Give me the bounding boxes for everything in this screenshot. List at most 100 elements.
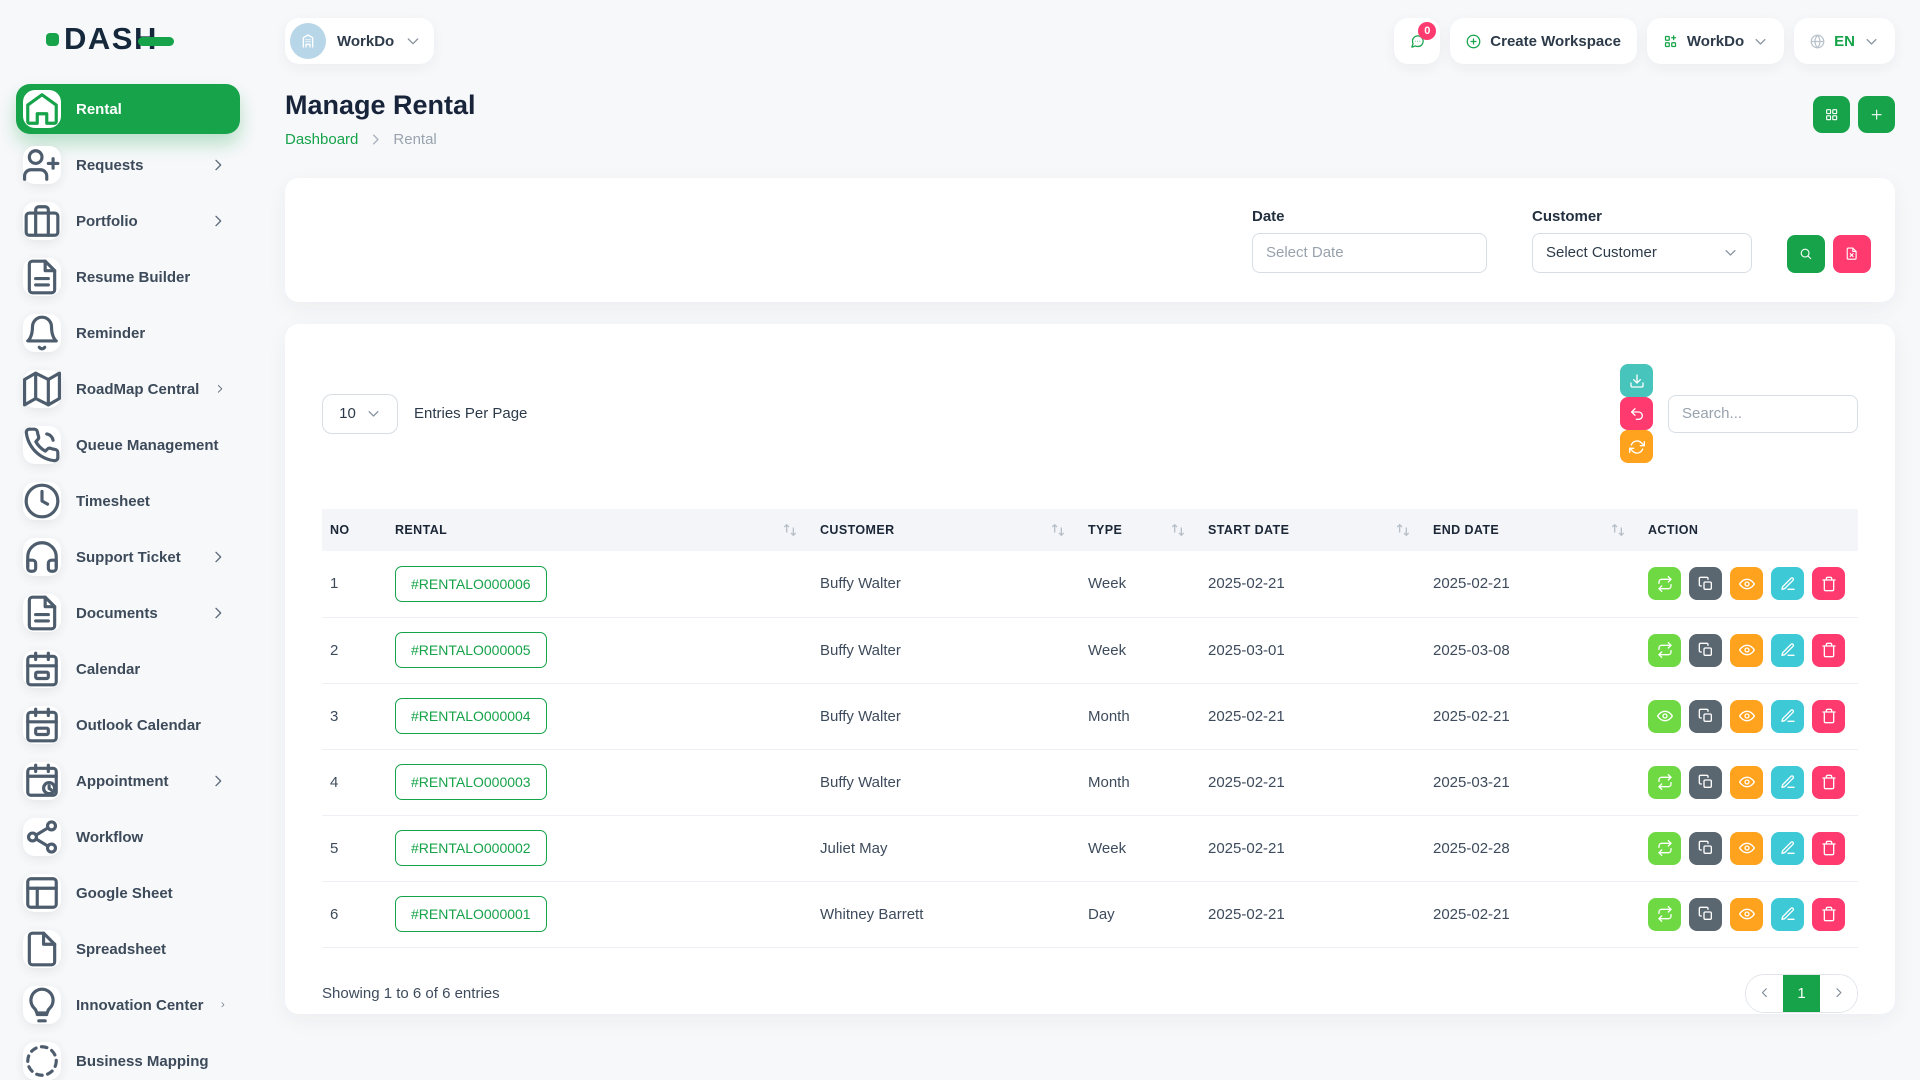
cell-end-date: 2025-02-28 (1425, 815, 1640, 881)
workspace-menu-button[interactable]: WorkDo (1647, 18, 1784, 64)
rental-code-link[interactable]: #RENTALO000001 (395, 896, 547, 932)
duplicate-action-button[interactable] (1689, 898, 1722, 931)
duplicate-action-button[interactable] (1689, 766, 1722, 799)
brand-logo[interactable]: DASH (0, 0, 256, 78)
delete-action-button[interactable] (1812, 567, 1845, 600)
row-actions (1648, 898, 1850, 931)
preview-action-button[interactable] (1648, 700, 1681, 733)
language-selector[interactable]: EN (1794, 18, 1895, 64)
sidebar-item-outlook-calendar[interactable]: Outlook Calendar (16, 700, 240, 750)
apply-filter-button[interactable] (1787, 235, 1825, 273)
edit-action-button[interactable] (1771, 634, 1804, 667)
sort-icon[interactable] (1050, 522, 1066, 538)
entries-per-page-select[interactable]: 10 (322, 394, 398, 434)
sidebar-item-label: Requests (76, 157, 144, 174)
messages-button[interactable]: 0 (1394, 18, 1440, 64)
sidebar-item-support-ticket[interactable]: Support Ticket (16, 532, 240, 582)
sidebar-item-portfolio[interactable]: Portfolio (16, 196, 240, 246)
delete-action-button[interactable] (1812, 700, 1845, 733)
sort-icon[interactable] (782, 522, 798, 538)
sidebar-item-innovation-center[interactable]: Innovation Center (16, 980, 240, 1030)
convert-action-button[interactable] (1648, 898, 1681, 931)
column-header-label[interactable]: ACTION (1648, 523, 1698, 537)
create-workspace-button[interactable]: Create Workspace (1450, 18, 1637, 64)
sort-icon[interactable] (1395, 522, 1411, 538)
layout-grid-button[interactable] (1813, 96, 1850, 133)
breadcrumb-dashboard-link[interactable]: Dashboard (285, 131, 358, 148)
messages-badge: 0 (1418, 22, 1436, 40)
date-filter-input[interactable] (1252, 233, 1487, 273)
column-header-label[interactable]: TYPE (1088, 523, 1122, 537)
view-action-button[interactable] (1730, 766, 1763, 799)
next-page-button[interactable] (1820, 975, 1857, 1012)
view-action-button[interactable] (1730, 634, 1763, 667)
view-action-button[interactable] (1730, 567, 1763, 600)
sidebar-item-roadmap-central[interactable]: RoadMap Central (16, 364, 240, 414)
add-rental-button[interactable] (1858, 96, 1895, 133)
export-button[interactable] (1620, 364, 1653, 397)
previous-page-button[interactable] (1746, 975, 1783, 1012)
rental-code-link[interactable]: #RENTALO000004 (395, 698, 547, 734)
edit-action-button[interactable] (1771, 766, 1804, 799)
rental-code-link[interactable]: #RENTALO000003 (395, 764, 547, 800)
convert-action-button[interactable] (1648, 634, 1681, 667)
reset-filter-button[interactable] (1833, 235, 1871, 273)
sidebar: DASH Rental Requests Portfolio Resume Bu… (0, 0, 256, 1080)
convert-action-button[interactable] (1648, 567, 1681, 600)
undo-button[interactable] (1620, 397, 1653, 430)
undo-icon (1629, 406, 1645, 422)
sidebar-item-calendar[interactable]: Calendar (16, 644, 240, 694)
sidebar-item-reminder[interactable]: Reminder (16, 308, 240, 358)
table-row: 1 #RENTALO000006 Buffy Walter Week 2025-… (322, 551, 1858, 617)
sort-icon[interactable] (1170, 522, 1186, 538)
column-header-rental: RENTAL (387, 509, 812, 551)
sidebar-item-documents[interactable]: Documents (16, 588, 240, 638)
edit-action-button[interactable] (1771, 700, 1804, 733)
sidebar-item-appointment[interactable]: Appointment (16, 756, 240, 806)
page-header: Manage Rental Dashboard Rental (285, 90, 1895, 148)
workspace-chip[interactable]: WorkDo (285, 18, 434, 64)
duplicate-action-button[interactable] (1689, 567, 1722, 600)
globe-icon (1810, 34, 1825, 49)
sidebar-item-business-mapping[interactable]: Business Mapping (16, 1036, 240, 1080)
current-page-button[interactable]: 1 (1783, 975, 1820, 1012)
edit-action-button[interactable] (1771, 832, 1804, 865)
edit-action-button[interactable] (1771, 898, 1804, 931)
table-icon (23, 874, 61, 912)
delete-action-button[interactable] (1812, 634, 1845, 667)
rental-code-link[interactable]: #RENTALO000006 (395, 566, 547, 602)
column-header-label[interactable]: START DATE (1208, 523, 1289, 537)
convert-action-button[interactable] (1648, 766, 1681, 799)
convert-action-button[interactable] (1648, 832, 1681, 865)
sort-icon[interactable] (1610, 522, 1626, 538)
duplicate-action-button[interactable] (1689, 634, 1722, 667)
refresh-button[interactable] (1620, 430, 1653, 463)
sidebar-item-resume-builder[interactable]: Resume Builder (16, 252, 240, 302)
view-action-button[interactable] (1730, 898, 1763, 931)
sidebar-item-google-sheet[interactable]: Google Sheet (16, 868, 240, 918)
duplicate-action-button[interactable] (1689, 700, 1722, 733)
column-header-label[interactable]: CUSTOMER (820, 523, 895, 537)
column-header-label[interactable]: RENTAL (395, 523, 447, 537)
column-header-label[interactable]: END DATE (1433, 523, 1499, 537)
view-action-button[interactable] (1730, 700, 1763, 733)
edit-action-button[interactable] (1771, 567, 1804, 600)
delete-action-button[interactable] (1812, 898, 1845, 931)
sidebar-item-queue-management[interactable]: Queue Management (16, 420, 240, 470)
sidebar-item-workflow[interactable]: Workflow (16, 812, 240, 862)
duplicate-action-button[interactable] (1689, 832, 1722, 865)
customer-filter-select[interactable]: Select Customer (1532, 233, 1752, 273)
table-search-input[interactable] (1668, 395, 1858, 433)
view-action-button[interactable] (1730, 832, 1763, 865)
sidebar-item-rental[interactable]: Rental (16, 84, 240, 134)
column-header-label[interactable]: NO (330, 523, 350, 537)
delete-action-button[interactable] (1812, 832, 1845, 865)
sidebar-item-requests[interactable]: Requests (16, 140, 240, 190)
rental-code-link[interactable]: #RENTALO000002 (395, 830, 547, 866)
row-actions (1648, 700, 1850, 733)
rental-code-link[interactable]: #RENTALO000005 (395, 632, 547, 668)
sidebar-item-timesheet[interactable]: Timesheet (16, 476, 240, 526)
cell-customer: Buffy Walter (812, 749, 1080, 815)
sidebar-item-spreadsheet[interactable]: Spreadsheet (16, 924, 240, 974)
delete-action-button[interactable] (1812, 766, 1845, 799)
